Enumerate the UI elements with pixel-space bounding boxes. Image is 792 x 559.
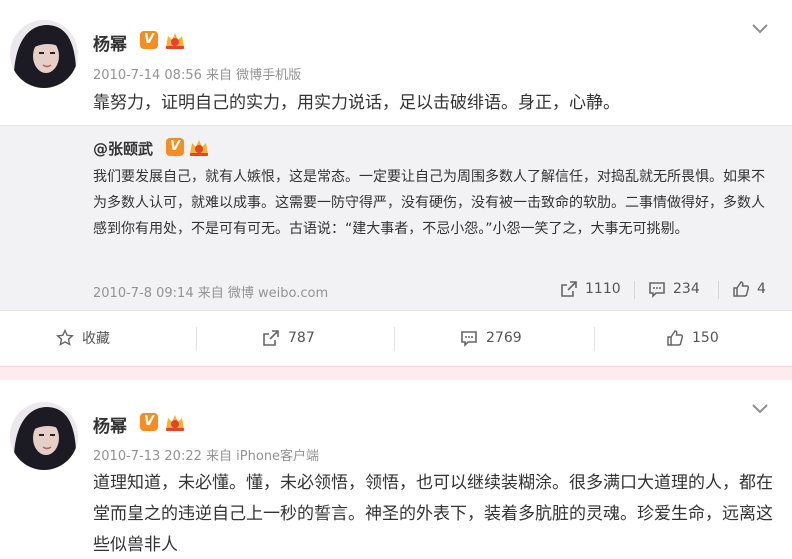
post-source[interactable]: 微博手机版 xyxy=(236,68,301,83)
chevron-down-icon[interactable] xyxy=(750,22,770,36)
source-prefix: 来自 xyxy=(206,68,233,83)
star-icon xyxy=(56,329,74,346)
verified-v-icon: V xyxy=(140,31,158,49)
comment-icon xyxy=(649,282,665,298)
like-button[interactable]: 150 xyxy=(666,318,719,358)
avatar[interactable] xyxy=(10,402,78,470)
repost-username[interactable]: @张颐武 xyxy=(93,138,153,159)
share-arrow-icon xyxy=(263,330,279,346)
repost-like-count: 4 xyxy=(757,281,766,297)
thumbs-up-icon xyxy=(733,281,750,297)
post-time[interactable]: 2010-7-14 08:56 xyxy=(93,68,202,83)
weibo-post: 杨幂 V 2010-7-13 20:22 来自 iPhone客户端 道理知道，未… xyxy=(0,380,792,559)
comment-count: 2769 xyxy=(486,330,522,346)
source-prefix: 来自 xyxy=(197,286,224,301)
crown-icon xyxy=(190,140,208,156)
divider xyxy=(394,327,395,351)
repost-text: 我们要发展自己，就有人嫉恨，这是常态。一定要让自己为周围多数人了解信任，对捣乱就… xyxy=(93,169,765,237)
verified-v-icon: V xyxy=(140,413,158,431)
repost-comment-count: 234 xyxy=(673,281,700,297)
feed-separator xyxy=(0,366,792,380)
repost-forward-count: 1110 xyxy=(585,281,621,297)
divider xyxy=(196,327,197,351)
repost-source[interactable]: 微博 weibo.com xyxy=(228,286,328,301)
like-count: 150 xyxy=(692,330,719,346)
divider xyxy=(718,281,719,299)
repost-like-button[interactable]: 4 xyxy=(732,280,766,298)
post-text: 靠努力，证明自己的实力，用实力说话，足以击破绯语。身正，心静。 xyxy=(93,93,620,113)
post-meta: 2010-7-14 08:56 来自 微博手机版 xyxy=(93,64,301,83)
crown-icon xyxy=(166,33,184,49)
forward-button[interactable]: 787 xyxy=(262,318,315,358)
post-meta: 2010-7-13 20:22 来自 iPhone客户端 xyxy=(93,445,319,464)
chevron-down-icon[interactable] xyxy=(750,402,770,416)
post-source[interactable]: iPhone客户端 xyxy=(236,449,319,464)
favorite-button[interactable]: 收藏 xyxy=(56,318,110,358)
repost-forward-button[interactable]: 1110 xyxy=(560,280,621,298)
post-text: 道理知道，未必懂。懂，未必领悟，领悟，也可以继续装糊涂。很多满口大道理的人，都在… xyxy=(93,473,773,555)
username[interactable]: 杨幂 xyxy=(93,30,127,55)
repost-comment-button[interactable]: 234 xyxy=(648,280,700,298)
post-action-bar: 收藏 787 2769 150 xyxy=(0,318,792,358)
comment-icon xyxy=(461,331,477,347)
repost-time[interactable]: 2010-7-8 09:14 xyxy=(93,286,194,301)
favorite-label: 收藏 xyxy=(82,331,110,347)
verified-v-icon: V xyxy=(166,138,184,156)
divider xyxy=(634,281,635,299)
comment-button[interactable]: 2769 xyxy=(460,318,522,358)
avatar[interactable] xyxy=(10,20,78,88)
weibo-post: 杨幂 V 2010-7-14 08:56 来自 微博手机版 靠努力，证明自己的实… xyxy=(0,0,792,366)
share-arrow-icon xyxy=(561,281,577,297)
divider xyxy=(594,327,595,351)
reposted-content[interactable]: @张颐武 V 我们要发展自己，就有人嫉恨，这是常态。一定要让自己为周围多数人了解… xyxy=(0,125,792,311)
forward-count: 787 xyxy=(288,330,315,346)
username[interactable]: 杨幂 xyxy=(93,412,127,437)
source-prefix: 来自 xyxy=(206,449,233,464)
crown-icon xyxy=(166,415,184,431)
thumbs-up-icon xyxy=(667,330,684,346)
post-time[interactable]: 2010-7-13 20:22 xyxy=(93,449,202,464)
repost-meta: 2010-7-8 09:14 来自 微博 weibo.com xyxy=(93,282,328,301)
